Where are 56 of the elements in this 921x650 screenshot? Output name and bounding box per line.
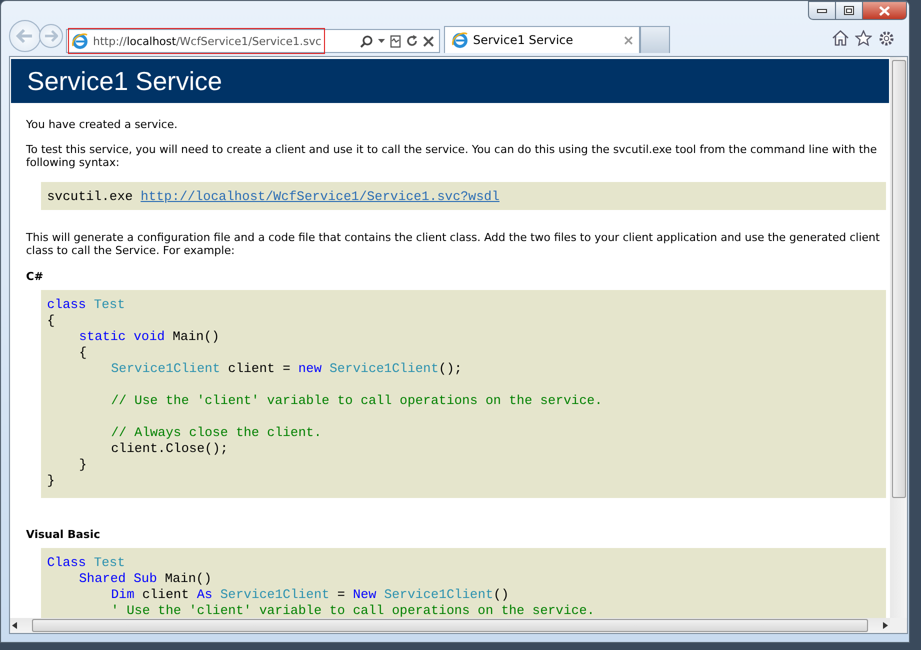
maximize-button[interactable] [835, 1, 862, 20]
code-line: } [47, 473, 55, 489]
minimize-button[interactable] [808, 1, 835, 20]
scrollbar-corner [890, 618, 907, 633]
search-icon [360, 34, 373, 48]
code-line: Shared Sub Main() [78, 571, 212, 587]
close-icon [879, 6, 890, 16]
close-icon[interactable] [624, 36, 633, 44]
code-line: } [78, 457, 87, 473]
vertical-scrollbar[interactable] [890, 57, 907, 618]
left-arrow-icon[interactable] [12, 622, 18, 629]
code-line: { [47, 313, 55, 329]
code-line: { [78, 345, 87, 361]
address-url: http://localhost/WcfService1/Service1.svc [93, 34, 322, 48]
close-window-button[interactable] [862, 1, 907, 20]
browser-tab[interactable]: Service1 Service [444, 26, 640, 53]
caret-icon [378, 39, 385, 43]
minimize-icon [817, 8, 827, 12]
maximize-icon [844, 6, 854, 15]
dropdown-button[interactable] [378, 39, 385, 43]
refresh-icon [406, 35, 418, 47]
code-line: // Use the 'client' variable to call operations on the service. [110, 393, 602, 409]
code-line: class Test [47, 297, 126, 313]
address-bar[interactable]: http://localhost/WcfService1/Service1.svc [66, 29, 440, 53]
forward-arrow-icon [44, 30, 58, 42]
right-arrow-icon[interactable] [882, 622, 888, 629]
scrollbar-thumb[interactable] [32, 619, 868, 632]
language-heading: C# [26, 270, 44, 283]
code-line: Dim client As Service1Client = New Service1Client() [110, 587, 509, 603]
code-line: Class Test [47, 555, 126, 571]
page-title: Service1 Service [27, 66, 222, 96]
torn-page-icon [390, 34, 401, 48]
refresh-button[interactable] [406, 35, 418, 47]
compatibility-button[interactable] [390, 34, 401, 48]
star-icon[interactable] [855, 30, 872, 46]
stop-button[interactable] [423, 36, 434, 46]
close-icon [423, 36, 434, 46]
code-line: ' Use the 'client' variable to call operations on the service. [110, 603, 595, 618]
code-line: // Always close the client. [110, 425, 322, 441]
wsdl-link[interactable]: http://localhost/WcfService1/Service1.svc?wsdl [140, 189, 500, 204]
code-line: client.Close(); [110, 441, 228, 457]
settings-icon[interactable] [878, 30, 895, 47]
back-arrow-icon [16, 28, 34, 44]
browser-logo-icon [71, 32, 89, 50]
scrollbar-thumb[interactable] [892, 60, 906, 498]
language-heading: Visual Basic [26, 528, 102, 541]
search-button[interactable] [360, 34, 373, 48]
tab-title: Service1 Service [473, 33, 574, 47]
home-icon[interactable] [832, 30, 849, 46]
horizontal-scrollbar[interactable] [10, 618, 890, 633]
browser-logo-icon [451, 31, 469, 49]
code-line: Service1Client client = new Service1Client(); [110, 361, 462, 377]
code-line: static void Main() [78, 329, 220, 345]
explanation-text: This will generate a configuration file and a code file that contains the client class. Add the two files to your client application and use the generated client class to call the Service. For example: [26, 231, 881, 257]
instructions-text: To test this service, you will need to create a client and use it to call the service. You can do this using the svcutil.exe tool from the command line with the following syntax: [26, 143, 878, 169]
intro-text: You have created a service. [26, 118, 178, 131]
